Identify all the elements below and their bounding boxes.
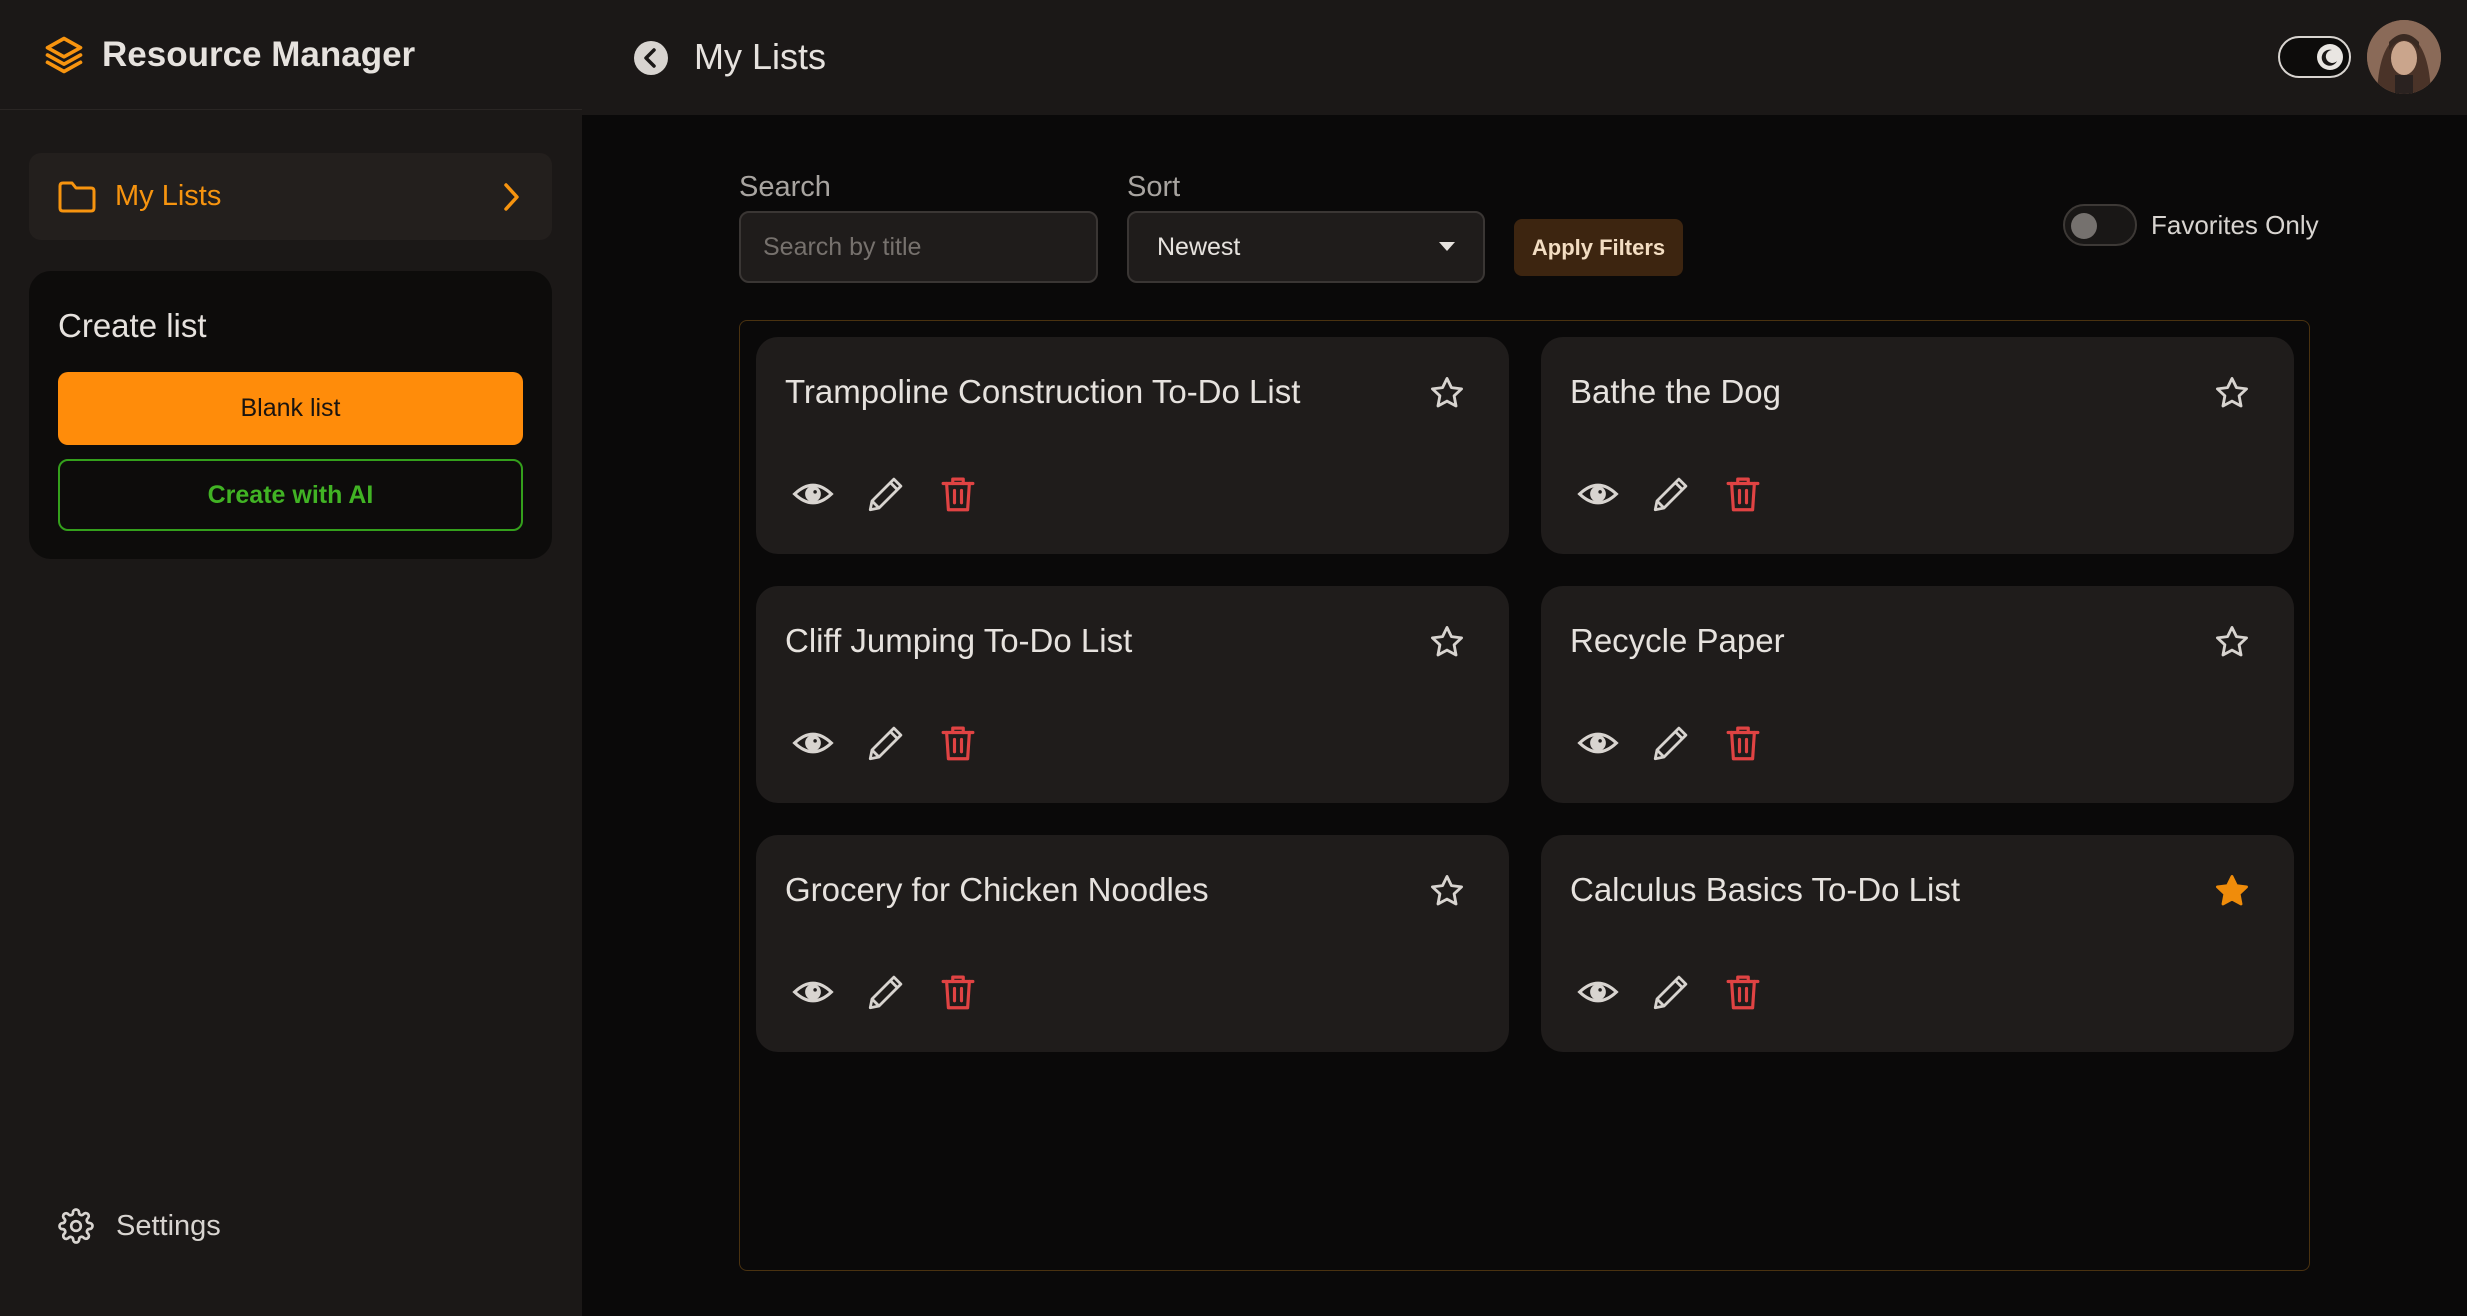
- pencil-icon[interactable]: [1650, 473, 1692, 515]
- caret-down-icon: [1439, 242, 1455, 252]
- moon-icon: [2317, 44, 2343, 70]
- chevron-right-icon: [498, 181, 524, 213]
- create-with-ai-button[interactable]: Create with AI: [58, 459, 523, 531]
- layers-icon: [42, 33, 86, 77]
- trash-icon[interactable]: [1722, 971, 1764, 1013]
- gear-icon: [58, 1208, 94, 1244]
- eye-icon[interactable]: [792, 971, 834, 1013]
- list-card: Grocery for Chicken Noodles: [756, 835, 1509, 1052]
- favorites-only-label: Favorites Only: [2151, 210, 2319, 240]
- pencil-icon[interactable]: [865, 473, 907, 515]
- star-icon[interactable]: [1428, 872, 1466, 910]
- brand: Resource Manager: [0, 0, 582, 110]
- list-card: Calculus Basics To-Do List: [1541, 835, 2294, 1052]
- list-card-title: Bathe the Dog: [1570, 373, 1781, 410]
- sidebar: Resource Manager My Lists Create list Bl…: [0, 0, 582, 1316]
- favorites-only-toggle[interactable]: [2063, 204, 2137, 246]
- sort-value: Newest: [1157, 232, 1241, 261]
- list-card-title: Grocery for Chicken Noodles: [785, 871, 1209, 908]
- pencil-icon[interactable]: [865, 971, 907, 1013]
- sidebar-item-my-lists[interactable]: My Lists: [29, 153, 552, 240]
- lists-grid: Trampoline Construction To-Do List Bathe…: [739, 320, 2310, 1271]
- list-card: Bathe the Dog: [1541, 337, 2294, 554]
- list-card-title: Cliff Jumping To-Do List: [785, 622, 1133, 659]
- pencil-icon[interactable]: [1650, 971, 1692, 1013]
- trash-icon[interactable]: [937, 971, 979, 1013]
- toggle-knob: [2071, 213, 2097, 239]
- trash-icon[interactable]: [1722, 722, 1764, 764]
- avatar[interactable]: [2367, 20, 2441, 94]
- create-list-panel: Create list Blank list Create with AI: [29, 271, 552, 559]
- trash-icon[interactable]: [937, 722, 979, 764]
- sort-select[interactable]: Newest: [1127, 211, 1485, 283]
- search-input[interactable]: [739, 211, 1098, 283]
- list-card: Trampoline Construction To-Do List: [756, 337, 1509, 554]
- settings-label: Settings: [116, 1209, 221, 1242]
- eye-icon[interactable]: [1577, 971, 1619, 1013]
- folder-icon: [57, 180, 97, 214]
- list-card-title: Trampoline Construction To-Do List: [785, 373, 1301, 410]
- pencil-icon[interactable]: [1650, 722, 1692, 764]
- blank-list-button[interactable]: Blank list: [58, 372, 523, 445]
- eye-icon[interactable]: [792, 473, 834, 515]
- sort-label: Sort: [1127, 171, 1181, 203]
- star-icon[interactable]: [2213, 374, 2251, 412]
- list-card-title: Recycle Paper: [1570, 622, 1785, 659]
- trash-icon[interactable]: [937, 473, 979, 515]
- list-card: Recycle Paper: [1541, 586, 2294, 803]
- eye-icon[interactable]: [1577, 473, 1619, 515]
- star-icon[interactable]: [2213, 623, 2251, 661]
- list-card: Cliff Jumping To-Do List: [756, 586, 1509, 803]
- create-list-heading: Create list: [58, 307, 207, 344]
- star-icon[interactable]: [2213, 872, 2251, 910]
- sidebar-item-label: My Lists: [115, 180, 222, 212]
- star-icon[interactable]: [1428, 623, 1466, 661]
- app-title: Resource Manager: [102, 34, 416, 74]
- page-title: My Lists: [694, 36, 827, 77]
- settings-link[interactable]: Settings: [58, 1208, 221, 1244]
- star-icon[interactable]: [1428, 374, 1466, 412]
- apply-filters-button[interactable]: Apply Filters: [1514, 219, 1683, 276]
- theme-toggle[interactable]: [2278, 36, 2351, 78]
- pencil-icon[interactable]: [865, 722, 907, 764]
- top-header: My Lists: [582, 0, 2467, 115]
- trash-icon[interactable]: [1722, 473, 1764, 515]
- eye-icon[interactable]: [792, 722, 834, 764]
- eye-icon[interactable]: [1577, 722, 1619, 764]
- back-arrow-icon[interactable]: [633, 40, 669, 76]
- list-card-title: Calculus Basics To-Do List: [1570, 871, 1961, 908]
- search-label: Search: [739, 171, 831, 203]
